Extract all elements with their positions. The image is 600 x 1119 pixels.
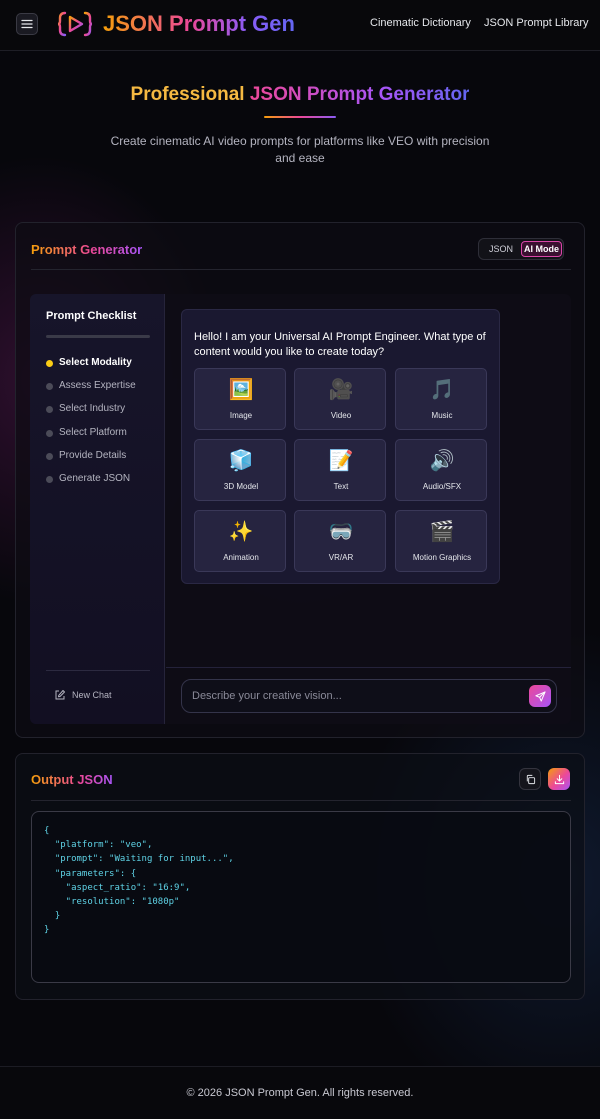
- option-card-vr-ar[interactable]: 🥽 VR/AR: [294, 510, 386, 572]
- send-icon: [534, 690, 546, 702]
- vr-goggles-icon: 🥽: [328, 521, 354, 543]
- status-dot-icon: [46, 360, 53, 367]
- option-label: Animation: [223, 553, 259, 562]
- option-card-motion-graphics[interactable]: 🎬 Motion Graphics: [395, 510, 487, 572]
- hero-title-part1: Professional: [130, 84, 250, 105]
- checklist-sidebar: Prompt Checklist Select Modality Assess …: [30, 294, 165, 724]
- status-dot-icon: [46, 476, 53, 483]
- hero-title-part2: JSON Prompt Generator: [249, 84, 470, 105]
- prompt-generator-panel: Prompt Generator JSON AI Mode Prompt Che…: [15, 222, 585, 738]
- checklist-item-label: Generate JSON: [59, 473, 131, 484]
- download-button[interactable]: [548, 768, 570, 790]
- assistant-message-text: Hello! I am your Universal AI Prompt Eng…: [194, 331, 486, 358]
- option-label: Motion Graphics: [412, 553, 472, 562]
- divider: [46, 670, 150, 671]
- checklist-title: Prompt Checklist: [46, 310, 137, 322]
- download-icon: [554, 774, 564, 784]
- sparkles-icon: ✨: [228, 521, 254, 543]
- option-card-audio-sfx[interactable]: 🔊 Audio/SFX: [395, 439, 487, 501]
- copy-icon: [526, 774, 535, 784]
- option-card-video[interactable]: 🎥 Video: [294, 368, 386, 430]
- chat-area: Hello! I am your Universal AI Prompt Eng…: [166, 294, 571, 724]
- memo-icon: 📝: [328, 450, 354, 472]
- nav-link-cinematic-dictionary[interactable]: Cinematic Dictionary: [370, 17, 471, 29]
- footer-copyright: © 2026 JSON Prompt Gen. All rights reser…: [186, 1087, 414, 1099]
- option-card-animation[interactable]: ✨ Animation: [194, 510, 286, 572]
- divider: [31, 269, 571, 270]
- music-note-icon: 🎵: [429, 379, 455, 401]
- mode-json-button[interactable]: JSON: [483, 241, 519, 257]
- brand-name[interactable]: JSON Prompt Gen: [103, 10, 295, 38]
- top-nav: JSON Prompt Gen Cinematic Dictionary JSO…: [0, 0, 600, 51]
- output-json-panel: Output JSON { "platform": "veo", "prompt…: [15, 753, 585, 1000]
- hero-underline: [264, 116, 336, 118]
- option-label: VR/AR: [328, 553, 354, 562]
- send-button[interactable]: [529, 685, 551, 707]
- hero-subtitle: Create cinematic AI video prompts for pl…: [110, 134, 490, 165]
- status-dot-icon: [46, 406, 53, 413]
- json-output-code: { "platform": "veo", "prompt": "Waiting …: [44, 826, 234, 936]
- hamburger-menu-button[interactable]: [16, 13, 38, 35]
- speaker-icon: 🔊: [429, 450, 455, 472]
- cube-icon: 🧊: [228, 450, 254, 472]
- option-label: Image: [229, 411, 253, 420]
- edit-icon: [55, 690, 65, 700]
- status-dot-icon: [46, 430, 53, 437]
- option-card-text[interactable]: 📝 Text: [294, 439, 386, 501]
- option-label: Video: [330, 411, 352, 420]
- checklist-item-label: Provide Details: [59, 450, 127, 461]
- hamburger-menu-icon: [21, 19, 33, 29]
- checklist-item-label: Select Platform: [59, 427, 127, 438]
- clapperboard-icon: 🎬: [429, 521, 455, 543]
- output-title: Output JSON: [31, 772, 113, 787]
- copy-button[interactable]: [519, 768, 541, 790]
- image-icon: 🖼️: [228, 379, 254, 401]
- prompt-input[interactable]: [181, 679, 557, 713]
- hero-title: Professional JSON Prompt Generator: [0, 84, 600, 106]
- option-label: Audio/SFX: [422, 482, 462, 491]
- option-card-image[interactable]: 🖼️ Image: [194, 368, 286, 430]
- assistant-message: Hello! I am your Universal AI Prompt Eng…: [181, 309, 500, 584]
- option-label: 3D Model: [223, 482, 259, 491]
- status-dot-icon: [46, 383, 53, 390]
- option-card-3d-model[interactable]: 🧊 3D Model: [194, 439, 286, 501]
- option-label: Text: [333, 482, 349, 491]
- footer: © 2026 JSON Prompt Gen. All rights reser…: [0, 1066, 600, 1119]
- chat-workspace: Prompt Checklist Select Modality Assess …: [30, 294, 571, 724]
- play-braces-logo-icon[interactable]: [57, 10, 93, 38]
- video-camera-icon: 🎥: [328, 379, 354, 401]
- panel-title: Prompt Generator: [31, 242, 143, 257]
- divider: [31, 800, 571, 801]
- checklist-item-label: Select Industry: [59, 403, 126, 414]
- checklist-progress-bar: [46, 335, 150, 338]
- mode-ai-button[interactable]: AI Mode: [521, 241, 562, 257]
- json-output-box[interactable]: { "platform": "veo", "prompt": "Waiting …: [31, 811, 571, 983]
- option-label: Music: [431, 411, 453, 420]
- status-dot-icon: [46, 453, 53, 460]
- mode-toggle: JSON AI Mode: [478, 238, 564, 260]
- divider: [166, 667, 571, 668]
- option-card-music[interactable]: 🎵 Music: [395, 368, 487, 430]
- new-chat-label: New Chat: [72, 690, 112, 700]
- checklist-item-label: Assess Expertise: [59, 380, 136, 391]
- checklist-item-label: Select Modality: [59, 357, 132, 368]
- nav-link-json-prompt-library[interactable]: JSON Prompt Library: [484, 17, 589, 29]
